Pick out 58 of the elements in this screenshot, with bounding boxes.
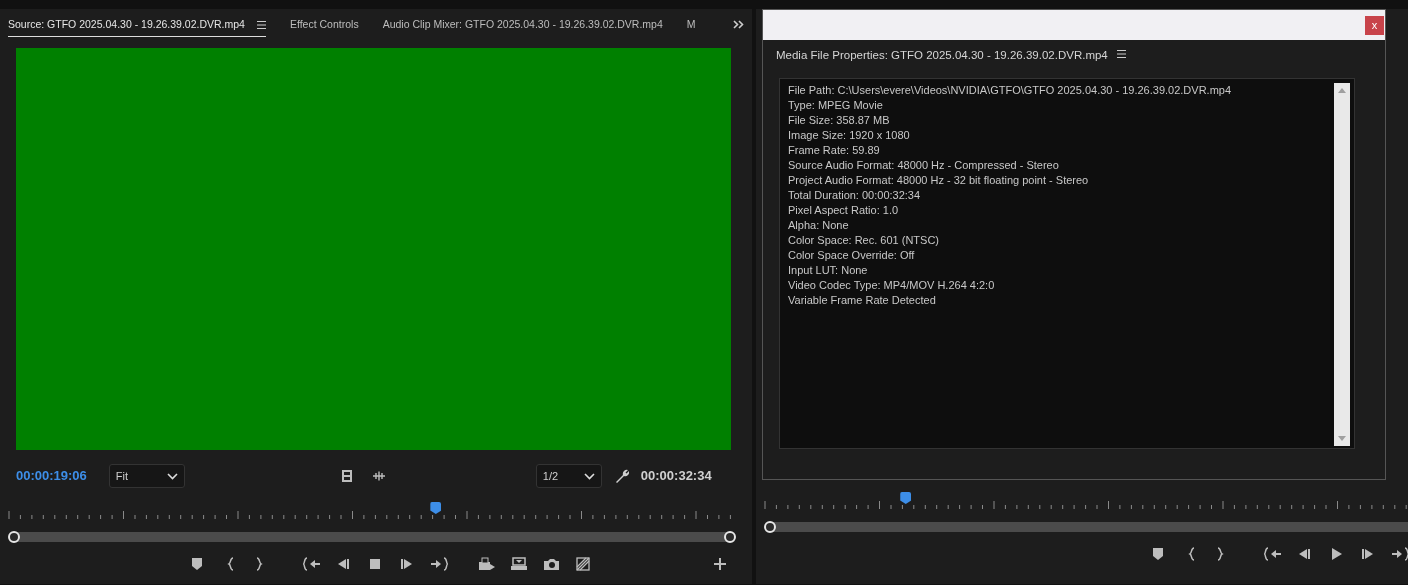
property-line: Image Size: 1920 x 1080 (788, 128, 911, 143)
panel-tab[interactable]: Effect Controls (289, 11, 359, 37)
go-to-out-icon (1391, 547, 1408, 561)
panel-menu-icon[interactable] (1116, 50, 1126, 58)
property-line: Pixel Aspect Ratio: 1.0 (788, 203, 900, 218)
scroll-handle[interactable] (724, 531, 736, 544)
close-button[interactable]: x (1365, 16, 1384, 35)
property-line: File Path: C:\Users\evere\Videos\NVIDIA\GTFO\GTFO 2025.04.30 - 19.26.39.02.DVR.mp4 (788, 83, 1233, 98)
scroll-handle[interactable] (764, 521, 776, 533)
step-back-icon (337, 557, 349, 571)
property-line: File Size: 358.87 MB (788, 113, 891, 128)
property-line: Project Audio Format: 48000 Hz - 32 bit floating point - Stereo (788, 173, 1090, 188)
film-icon[interactable] (340, 469, 353, 484)
duration-timecode: 00:00:32:34 (640, 467, 712, 486)
playhead[interactable] (900, 492, 912, 504)
resolution-dropdown[interactable]: 1/2 (535, 464, 602, 489)
step-back-icon (1298, 547, 1310, 561)
panel-tab[interactable]: M (686, 11, 696, 37)
compare-icon (576, 557, 590, 571)
go-to-in-icon (1263, 547, 1281, 561)
property-line: Total Duration: 00:00:32:34 (788, 188, 922, 203)
property-line: Type: MPEG Movie (788, 98, 884, 113)
property-line: Video Codec Type: MP4/MOV H.264 4:2:0 (788, 278, 996, 293)
stop-icon (369, 557, 381, 571)
property-line: Input LUT: None (788, 263, 869, 278)
mark-in-icon (227, 557, 235, 571)
dialog-title: Media File Properties: GTFO 2025.04.30 - 19.26.39.02.DVR.mp4 (776, 48, 1108, 63)
waveform-icon[interactable] (371, 471, 386, 482)
panel-menu-icon[interactable] (256, 21, 266, 30)
zoom-dropdown[interactable]: Fit (108, 464, 185, 489)
step-forward-icon (401, 557, 413, 571)
mark-out-icon (255, 557, 263, 571)
insert-icon (478, 557, 496, 571)
add-button-icon (714, 558, 726, 570)
property-line: Color Space Override: Off (788, 248, 916, 263)
camera-icon (542, 557, 560, 571)
play-icon (1330, 547, 1342, 561)
property-line: Variable Frame Rate Detected (788, 293, 937, 308)
property-line: Source Audio Format: 48000 Hz - Compressed - Stereo (788, 158, 1060, 173)
playhead[interactable] (430, 502, 442, 515)
chevron-down-icon (583, 472, 595, 480)
panel-tab[interactable]: Audio Clip Mixer: GTFO 2025.04.30 - 19.26.39.02.DVR.mp4 (382, 11, 663, 37)
panel-tab[interactable]: Source: GTFO 2025.04.30 - 19.26.39.02.DVR.mp4 (8, 11, 266, 37)
current-timecode[interactable]: 00:00:19:06 (16, 466, 87, 486)
marker-icon (191, 557, 203, 571)
property-line: Alpha: None (788, 218, 850, 233)
go-to-in-icon (302, 557, 320, 571)
overflow-chevron-icon[interactable] (733, 19, 744, 29)
mark-out-icon (1216, 547, 1224, 561)
mark-in-icon (1188, 547, 1196, 561)
scroll-handle[interactable] (8, 531, 20, 544)
marker-icon (1152, 547, 1164, 561)
go-to-out-icon (430, 557, 448, 571)
step-forward-icon (1362, 547, 1374, 561)
overwrite-icon (510, 557, 528, 571)
property-line: Frame Rate: 59.89 (788, 143, 881, 158)
chevron-down-icon (166, 472, 178, 480)
property-line: Color Space: Rec. 601 (NTSC) (788, 233, 940, 248)
